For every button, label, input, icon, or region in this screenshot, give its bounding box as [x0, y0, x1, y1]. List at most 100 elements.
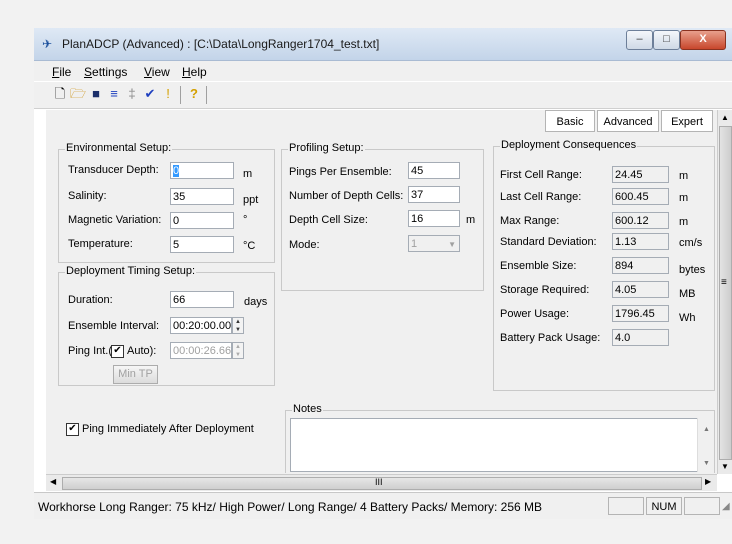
- window-title: PlanADCP (Advanced) : [C:\Data\LongRange…: [62, 37, 380, 51]
- adcp-icon[interactable]: ≡: [106, 86, 122, 102]
- last-cell-range-value: 600.45: [612, 188, 669, 205]
- ping-int-input[interactable]: 00:00:26.66: [170, 342, 232, 359]
- pings-per-ensemble-label: Pings Per Ensemble:: [289, 166, 392, 178]
- storage-required-label: Storage Required:: [500, 284, 590, 296]
- magnetic-variation-input[interactable]: 0: [170, 212, 234, 229]
- depth-cells-icon[interactable]: ‡: [124, 86, 140, 102]
- power-usage-unit: Wh: [679, 312, 696, 324]
- duration-input[interactable]: 66: [170, 291, 234, 308]
- horizontal-scroll-thumb[interactable]: III: [62, 477, 702, 490]
- unit-label: °: [243, 214, 248, 226]
- last-cell-range-unit: m: [679, 192, 689, 204]
- battery-pack-usage-label: Battery Pack Usage:: [500, 332, 601, 344]
- menu-file[interactable]: File: [52, 65, 71, 79]
- group-title: Environmental Setup:: [65, 142, 173, 154]
- power-usage-value: 1796.45: [612, 305, 669, 322]
- menu-help[interactable]: Help: [182, 65, 207, 79]
- ensemble-size-value: 894: [612, 257, 669, 274]
- ensemble-interval-label: Ensemble Interval:: [68, 320, 160, 332]
- toolbar-separator: [180, 86, 181, 104]
- notes-scrollbar[interactable]: ▲ ▼: [697, 418, 714, 472]
- hint-icon[interactable]: !: [160, 86, 176, 102]
- vertical-scroll-thumb[interactable]: ≡: [719, 126, 732, 460]
- scroll-up-icon[interactable]: ▲: [721, 113, 729, 122]
- vertical-scrollbar[interactable]: ▲ ≡ ▼: [717, 110, 732, 474]
- max-range-unit: m: [679, 216, 689, 228]
- group-title: Deployment Consequences: [500, 139, 638, 151]
- first-cell-range-unit: m: [679, 170, 689, 182]
- unit-label: ppt: [243, 194, 259, 206]
- number-of-depth-cells-input[interactable]: 37: [408, 186, 460, 203]
- scroll-up-icon[interactable]: ▲: [703, 426, 710, 433]
- ensemble-interval-input[interactable]: 00:20:00.00: [170, 317, 232, 334]
- open-folder-icon[interactable]: 🗁: [70, 86, 86, 102]
- battery-pack-usage-value: 4.0: [612, 329, 669, 346]
- app-icon: ✈: [42, 37, 53, 51]
- scroll-left-icon[interactable]: ◀: [50, 477, 56, 486]
- first-cell-range-value: 24.45: [612, 166, 669, 183]
- menu-settings[interactable]: Settings: [84, 65, 127, 79]
- tab-expert[interactable]: Expert: [661, 110, 713, 132]
- maximize-button[interactable]: □: [653, 30, 680, 50]
- tab-basic[interactable]: Basic: [545, 110, 595, 132]
- duration-label: Duration:: [68, 294, 113, 306]
- check-icon[interactable]: ✔: [142, 86, 158, 102]
- scroll-grip: III: [375, 477, 383, 487]
- transducer-depth-label: Transducer Depth:: [68, 164, 159, 176]
- status-text: Workhorse Long Ranger: 75 kHz/ High Powe…: [38, 500, 543, 514]
- scroll-grip: ≡: [721, 277, 727, 288]
- notes-textarea[interactable]: [290, 418, 713, 472]
- status-bar: Workhorse Long Ranger: 75 kHz/ High Powe…: [34, 492, 732, 519]
- transducer-depth-input[interactable]: 0: [170, 162, 234, 179]
- last-cell-range-label: Last Cell Range:: [500, 191, 582, 203]
- mode-select[interactable]: 1 ▼: [408, 235, 460, 252]
- standard-deviation-value: 1.13: [612, 233, 669, 250]
- storage-required-unit: MB: [679, 288, 696, 300]
- depth-cell-size-label: Depth Cell Size:: [289, 214, 368, 226]
- ping-int-auto-label: Auto):: [127, 345, 157, 357]
- number-of-depth-cells-label: Number of Depth Cells:: [289, 190, 404, 202]
- unit-label: m: [466, 214, 476, 226]
- minimize-button[interactable]: –: [626, 30, 653, 50]
- scroll-right-icon[interactable]: ▶: [705, 477, 711, 486]
- min-tp-button[interactable]: Min TP: [113, 365, 158, 384]
- temperature-label: Temperature:: [68, 238, 133, 250]
- ensemble-size-unit: bytes: [679, 264, 706, 276]
- pings-per-ensemble-input[interactable]: 45: [408, 162, 460, 179]
- magnetic-variation-label: Magnetic Variation:: [68, 214, 162, 226]
- close-button[interactable]: X: [680, 30, 726, 50]
- menu-view[interactable]: View: [144, 65, 170, 79]
- menu-bar: File Settings View Help: [34, 61, 732, 81]
- salinity-input[interactable]: 35: [170, 188, 234, 205]
- standard-deviation-unit: cm/s: [679, 237, 703, 249]
- max-range-label: Max Range:: [500, 215, 560, 227]
- ping-immediately-checkbox[interactable]: ✔: [66, 423, 79, 436]
- help-icon[interactable]: ?: [186, 86, 202, 102]
- ping-int-label: Ping Int.(: [68, 345, 113, 357]
- scroll-down-icon[interactable]: ▼: [721, 462, 729, 471]
- ping-int-spinner[interactable]: ▲ ▼: [232, 342, 244, 359]
- title-bar: ✈ PlanADCP (Advanced) : [C:\Data\LongRan…: [34, 28, 732, 61]
- storage-required-value: 4.05: [612, 281, 669, 298]
- group-title: Profiling Setup:: [288, 142, 365, 154]
- new-file-icon[interactable]: 🗋: [52, 86, 68, 102]
- tab-advanced[interactable]: Advanced: [597, 110, 659, 132]
- toolbar: 🗋 🗁 ■ ≡ ‡ ✔ ! ?: [34, 82, 732, 109]
- save-icon[interactable]: ■: [88, 86, 104, 102]
- num-lock-indicator: NUM: [646, 497, 682, 515]
- standard-deviation-label: Standard Deviation:: [500, 236, 597, 248]
- power-usage-label: Power Usage:: [500, 308, 570, 320]
- ensemble-interval-spinner[interactable]: ▲ ▼: [232, 317, 244, 334]
- mode-select-value: 1: [411, 238, 418, 250]
- mode-label: Mode:: [289, 239, 320, 251]
- horizontal-scrollbar[interactable]: ◀ III ▶: [46, 474, 717, 491]
- salinity-label: Salinity:: [68, 190, 107, 202]
- unit-label: °C: [243, 240, 256, 252]
- resize-grip-icon[interactable]: ◢: [722, 501, 730, 512]
- temperature-input[interactable]: 5: [170, 236, 234, 253]
- scroll-down-icon[interactable]: ▼: [703, 460, 710, 467]
- chevron-down-icon: ▼: [448, 240, 456, 249]
- group-title: Notes: [292, 403, 323, 415]
- depth-cell-size-input[interactable]: 16: [408, 210, 460, 227]
- ping-int-auto-checkbox[interactable]: ✔: [111, 345, 124, 358]
